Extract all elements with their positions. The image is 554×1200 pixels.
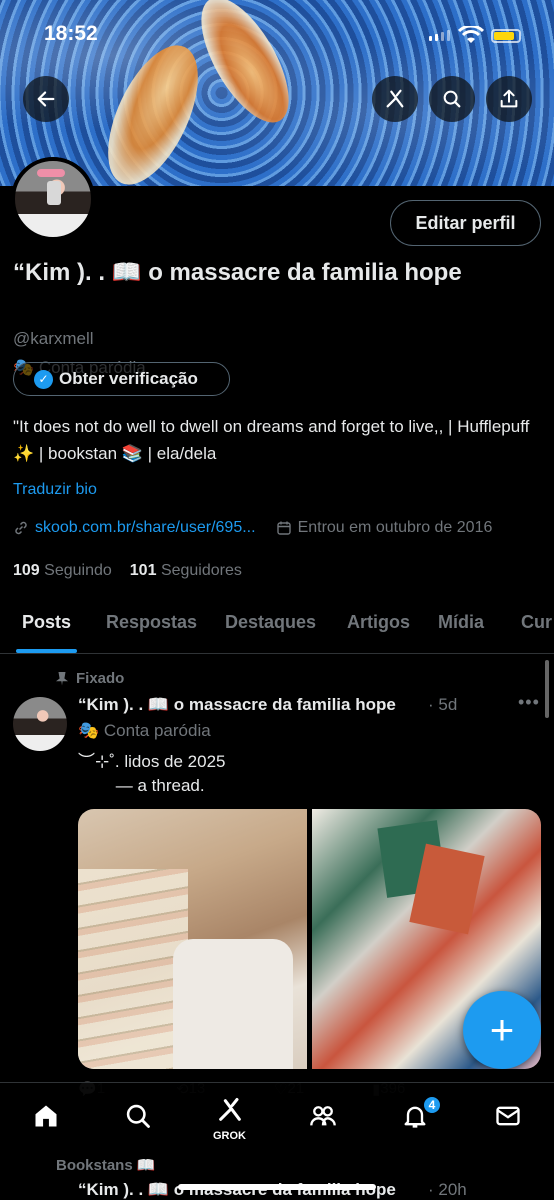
verified-badge-icon: ✓ <box>34 369 53 389</box>
profile-handle: @karxmell <box>13 329 94 348</box>
get-verified-label: Obter verificação <box>59 369 198 388</box>
grok-icon <box>386 89 404 108</box>
grok-label: GROK <box>213 1130 246 1142</box>
post-more-icon[interactable]: ••• <box>518 692 540 713</box>
join-date: Entrou em outubro de 2016 <box>297 519 493 536</box>
post-author-avatar[interactable] <box>13 697 67 751</box>
tab-replies[interactable]: Respostas <box>106 612 197 633</box>
mail-icon <box>496 1106 520 1126</box>
next-post[interactable]: Bookstans 📖 “Kim ). . 📖 o massacre da fa… <box>0 1150 554 1200</box>
followers-count: 101 <box>129 562 157 579</box>
scrollbar[interactable] <box>545 660 549 718</box>
post-text: ︶⊹˚. lidos de 2025 — a thread. <box>78 752 226 795</box>
active-tab-indicator <box>16 649 77 653</box>
cellular-signal-icon <box>429 30 450 41</box>
bottom-nav: GROK 4 <box>0 1082 554 1150</box>
profile-name: “Kim ). . 📖 o massacre da familia hope <box>13 259 462 286</box>
profile-meta: skoob.com.br/share/user/695... Entrou em… <box>13 519 492 537</box>
notification-badge: 4 <box>422 1095 442 1115</box>
home-indicator[interactable] <box>178 1184 376 1190</box>
edit-profile-button[interactable]: Editar perfil <box>390 200 541 246</box>
link-icon <box>15 521 27 535</box>
next-post-author: “Kim ). . 📖 o massacre da familia hope <box>78 1180 396 1199</box>
profile-bio: "It does not do well to dwell on dreams … <box>13 417 530 463</box>
status-time: 18:52 <box>44 22 98 45</box>
get-verified-button[interactable]: ✓ Obter verificação <box>13 362 230 396</box>
search-icon <box>126 1104 150 1128</box>
post-timestamp: · 5d <box>428 695 458 714</box>
nav-home[interactable] <box>31 1101 61 1131</box>
next-post-time: · 20h <box>428 1180 467 1199</box>
arrow-left-icon <box>37 91 55 107</box>
tab-articles[interactable]: Artigos <box>347 612 410 633</box>
post-parody-label: 🎭 Conta paródia <box>78 721 211 740</box>
home-icon <box>35 1105 57 1127</box>
share-button[interactable] <box>486 76 532 122</box>
translate-bio-link[interactable]: Traduzir bio <box>13 481 97 499</box>
tab-media[interactable]: Mídia <box>438 612 484 633</box>
search-icon <box>443 90 461 108</box>
nav-grok[interactable] <box>215 1095 245 1125</box>
follow-stats: 109 Seguindo 101 Seguidores <box>13 562 242 580</box>
compose-post-button[interactable]: + <box>463 991 541 1069</box>
following-count: 109 <box>13 562 40 579</box>
battery-icon <box>491 29 521 43</box>
grok-icon <box>219 1097 241 1121</box>
back-button[interactable] <box>23 76 69 122</box>
profile-website-link[interactable]: skoob.com.br/share/user/695... <box>35 519 256 537</box>
search-button[interactable] <box>429 76 475 122</box>
followers-link[interactable]: 101 Seguidores <box>130 562 242 580</box>
profile-avatar[interactable] <box>11 157 95 241</box>
followers-label: Seguidores <box>160 562 242 579</box>
wifi-icon <box>458 26 484 43</box>
next-post-context: Bookstans 📖 <box>56 1157 156 1174</box>
calendar-icon <box>276 521 291 535</box>
status-bar: 18:52 <box>0 0 554 70</box>
pinned-indicator: Fixado <box>56 670 124 687</box>
nav-communities[interactable] <box>308 1101 338 1131</box>
following-label: Seguindo <box>44 562 112 579</box>
post-image-1[interactable] <box>78 809 307 1069</box>
pinned-label: Fixado <box>76 670 125 687</box>
nav-messages[interactable] <box>493 1101 523 1131</box>
following-link[interactable]: 109 Seguindo <box>13 562 112 580</box>
grok-button[interactable] <box>372 76 418 122</box>
avatar-phone <box>47 181 61 205</box>
profile-tabs: Posts Respostas Destaques Artigos Mídia … <box>0 602 554 654</box>
avatar-hair-bow <box>37 169 65 177</box>
people-icon <box>310 1106 336 1126</box>
tab-likes-partial[interactable]: Cur <box>521 612 552 633</box>
pin-icon <box>56 671 68 686</box>
tab-posts[interactable]: Posts <box>22 612 71 633</box>
tab-highlights[interactable]: Destaques <box>225 612 316 633</box>
nav-search[interactable] <box>123 1101 153 1131</box>
post-author-name[interactable]: “Kim ). . 📖 o massacre da familia hope <box>78 695 396 715</box>
share-icon <box>500 89 518 108</box>
